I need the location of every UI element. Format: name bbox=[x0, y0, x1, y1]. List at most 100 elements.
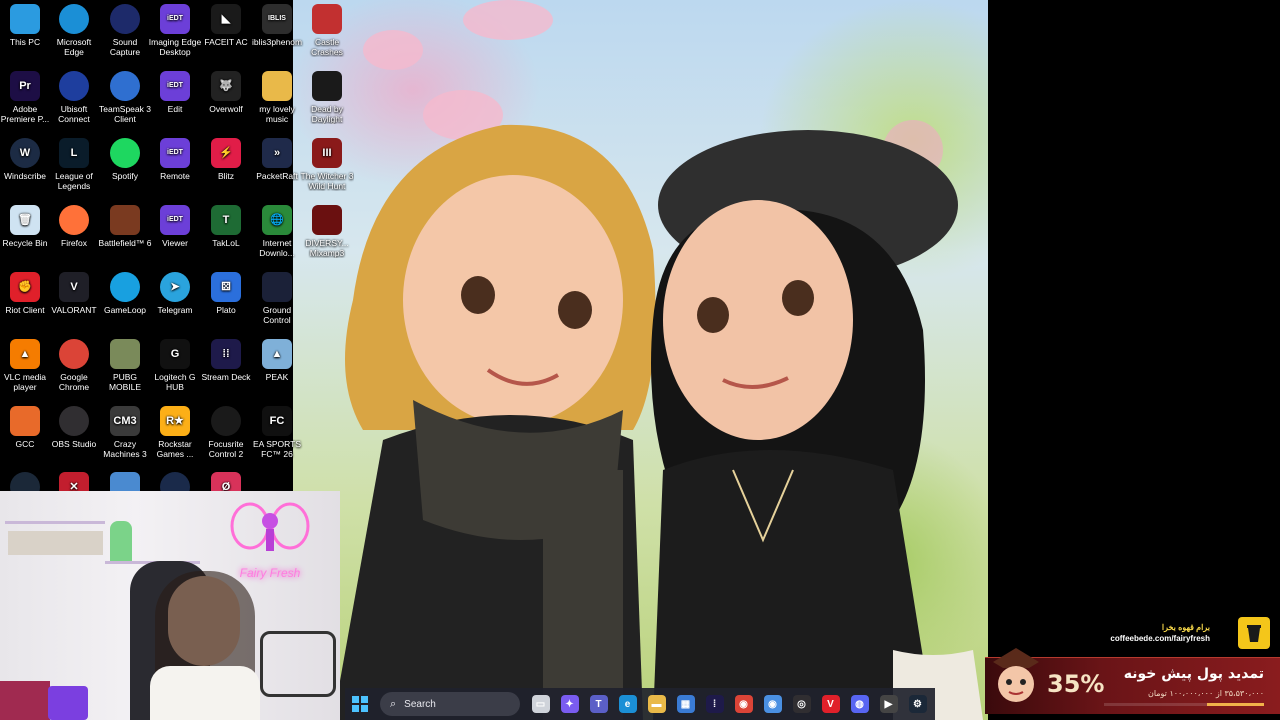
desktop-shortcut[interactable]: Spotify bbox=[98, 138, 152, 181]
desktop-shortcut[interactable]: III The Witcher 3 Wild Hunt bbox=[300, 138, 354, 191]
folder-taskbar-button[interactable]: ▬ bbox=[644, 691, 670, 717]
desktop-shortcut[interactable]: L League of Legends bbox=[47, 138, 101, 191]
twitch-pillow-icon bbox=[48, 686, 88, 720]
desktop-shortcut-label: DIVERSY... Mixamp3 bbox=[305, 238, 349, 258]
desktop-shortcut[interactable]: 🗑 Recycle Bin bbox=[0, 205, 52, 248]
desktop-shortcut[interactable]: Firefox bbox=[47, 205, 101, 248]
taskbar: ⌕ Search ▭ ✦ Te ▬ ▦ ⁞ ◉ ◉ ◎ V ◍ ▶ ⚙ bbox=[345, 688, 935, 720]
desktop-shortcut[interactable]: T TakLoL bbox=[199, 205, 253, 248]
coffee-url: coffeebede.com/fairyfresh bbox=[1110, 634, 1210, 643]
desktop-shortcut[interactable]: Castle Crashes bbox=[300, 4, 354, 57]
desktop-shortcut[interactable]: W Windscribe bbox=[0, 138, 52, 181]
edge-icon bbox=[59, 4, 89, 34]
desktop-shortcut-label: my lovely music bbox=[259, 104, 295, 124]
desktop-shortcut[interactable]: ▲ VLC media player bbox=[0, 339, 52, 392]
desktop-shortcut-label: Battlefield™ 6 bbox=[98, 238, 152, 248]
desktop-shortcut-label: Riot Client bbox=[5, 305, 45, 315]
copilot-button[interactable]: ✦ bbox=[557, 691, 583, 717]
desktop-shortcut[interactable]: IBLIS iblis3phenom bbox=[250, 4, 304, 47]
desktop-shortcut[interactable]: ◣ FACEIT AC bbox=[199, 4, 253, 47]
desktop-shortcut[interactable]: PUBG MOBILE bbox=[98, 339, 152, 392]
desktop-shortcut[interactable]: This PC bbox=[0, 4, 52, 47]
desktop-shortcut[interactable]: TeamSpeak 3 Client bbox=[98, 71, 152, 124]
desktop-shortcut[interactable]: Microsoft Edge bbox=[47, 4, 101, 57]
store-button[interactable]: ▦ bbox=[673, 691, 699, 717]
taskbar-search-box[interactable]: ⌕ Search bbox=[380, 692, 520, 716]
copilot-icon: ✦ bbox=[560, 695, 579, 713]
desktop-shortcut[interactable]: Ubisoft Connect bbox=[47, 71, 101, 124]
desktop-shortcut-label: Edit bbox=[167, 104, 183, 114]
desktop-shortcut[interactable]: Ground Control bbox=[250, 272, 304, 325]
desktop-shortcut[interactable]: Focusrite Control 2 bbox=[199, 406, 253, 459]
desktop-shortcut[interactable]: 🐺 Overwolf bbox=[199, 71, 253, 114]
valorant-taskbar-button[interactable]: V bbox=[818, 691, 844, 717]
desktop-shortcut[interactable]: ▲ PEAK bbox=[250, 339, 304, 382]
desktop-shortcut-label: EA SPORTS FC™ 26 bbox=[252, 439, 302, 459]
obs-icon bbox=[59, 406, 89, 436]
media-player-button[interactable]: ▶ bbox=[876, 691, 902, 717]
desktop-shortcut[interactable]: GameLoop bbox=[98, 272, 152, 315]
desktop-shortcut[interactable]: Pr Adobe Premiere P... bbox=[0, 71, 52, 124]
desktop-shortcut-label: Google Chrome bbox=[58, 372, 90, 392]
pillow bbox=[0, 681, 50, 720]
chrome-icon bbox=[59, 339, 89, 369]
desktop-shortcut-label: This PC bbox=[9, 37, 41, 47]
lol-icon: L bbox=[59, 138, 89, 168]
desktop-shortcut[interactable]: Battlefield™ 6 bbox=[98, 205, 152, 248]
desktop-shortcut[interactable]: OBS Studio bbox=[47, 406, 101, 449]
desktop-shortcut[interactable]: V VALORANT bbox=[47, 272, 101, 315]
desktop-wallpaper bbox=[293, 0, 988, 720]
desktop-shortcut[interactable]: Dead by Daylight bbox=[300, 71, 354, 124]
desktop-shortcut-label: Ground Control bbox=[262, 305, 292, 325]
start-button[interactable] bbox=[347, 691, 373, 717]
webcam-overlay: Fairy Fresh bbox=[0, 491, 340, 720]
taskbar-pinned-apps: ▭ ✦ Te ▬ ▦ ⁞ ◉ ◉ ◎ V ◍ ▶ ⚙ bbox=[526, 691, 932, 717]
recycle-bin-icon: 🗑 bbox=[10, 205, 40, 235]
desktop-shortcut[interactable]: Google Chrome bbox=[47, 339, 101, 392]
goal-progress-bar bbox=[1104, 703, 1264, 706]
desktop-shortcut[interactable]: ⚡ Blitz bbox=[199, 138, 253, 181]
desktop-shortcut[interactable]: GCC bbox=[0, 406, 52, 449]
obs-taskbar-button[interactable]: ◎ bbox=[789, 691, 815, 717]
file-explorer-task-view-button[interactable]: ▭ bbox=[528, 691, 554, 717]
desktop-shortcut[interactable]: 🌐 Internet Downlo... bbox=[250, 205, 304, 258]
desktop-shortcut-label: Microsoft Edge bbox=[56, 37, 92, 57]
desktop-shortcut[interactable]: R★ Rockstar Games ... bbox=[148, 406, 202, 459]
goal-progress-fill bbox=[1207, 703, 1264, 706]
media-player-icon: ▶ bbox=[879, 695, 898, 713]
desktop-shortcut[interactable]: ⚄ Plato bbox=[199, 272, 253, 315]
desktop-shortcut-label: VALORANT bbox=[51, 305, 97, 315]
desktop-shortcut[interactable]: » PacketRaft bbox=[250, 138, 304, 181]
desktop-shortcut[interactable]: G Logitech G HUB bbox=[148, 339, 202, 392]
desktop-shortcut-label: Logitech G HUB bbox=[154, 372, 196, 392]
desktop-shortcut[interactable]: ➤ Telegram bbox=[148, 272, 202, 315]
chrome-taskbar-button[interactable]: ◉ bbox=[731, 691, 757, 717]
desktop-shortcut[interactable]: ✊ Riot Client bbox=[0, 272, 52, 315]
cactus-light bbox=[110, 521, 132, 561]
folder-icon bbox=[262, 71, 292, 101]
edge-taskbar-icon: e bbox=[618, 695, 637, 713]
desktop-shortcut-label: Adobe Premiere P... bbox=[0, 104, 50, 124]
taklol-icon: T bbox=[211, 205, 241, 235]
desktop-shortcut[interactable]: ⁞⁞ Stream Deck bbox=[199, 339, 253, 382]
steam-taskbar-button[interactable]: ⚙ bbox=[905, 691, 931, 717]
discord-button[interactable]: ◍ bbox=[847, 691, 873, 717]
desktop-shortcut[interactable]: DIVERSY... Mixamp3 bbox=[300, 205, 354, 258]
shelf bbox=[5, 521, 105, 524]
desktop-shortcut-label: TeamSpeak 3 Client bbox=[99, 104, 151, 124]
faceit-icon: ◣ bbox=[211, 4, 241, 34]
desktop-shortcut[interactable]: iEDT Viewer bbox=[148, 205, 202, 248]
chrome-profile-taskbar-button[interactable]: ◉ bbox=[760, 691, 786, 717]
desktop-shortcut[interactable]: iEDT Imaging Edge Desktop bbox=[148, 4, 202, 57]
desktop-shortcut[interactable]: CM3 Crazy Machines 3 bbox=[98, 406, 152, 459]
edge-taskbar-button[interactable]: e bbox=[615, 691, 641, 717]
desktop-shortcut[interactable]: FC EA SPORTS FC™ 26 bbox=[250, 406, 304, 459]
firefox-icon bbox=[59, 205, 89, 235]
desktop-shortcut[interactable]: iEDT Remote bbox=[148, 138, 202, 181]
desktop-shortcut[interactable]: my lovely music bbox=[250, 71, 304, 124]
teams-button[interactable]: T bbox=[586, 691, 612, 717]
desktop-shortcut-label: OBS Studio bbox=[51, 439, 97, 449]
stream-deck-taskbar-button[interactable]: ⁞ bbox=[702, 691, 728, 717]
desktop-shortcut[interactable]: Sound Capture bbox=[98, 4, 152, 57]
desktop-shortcut[interactable]: iEDT Edit bbox=[148, 71, 202, 114]
